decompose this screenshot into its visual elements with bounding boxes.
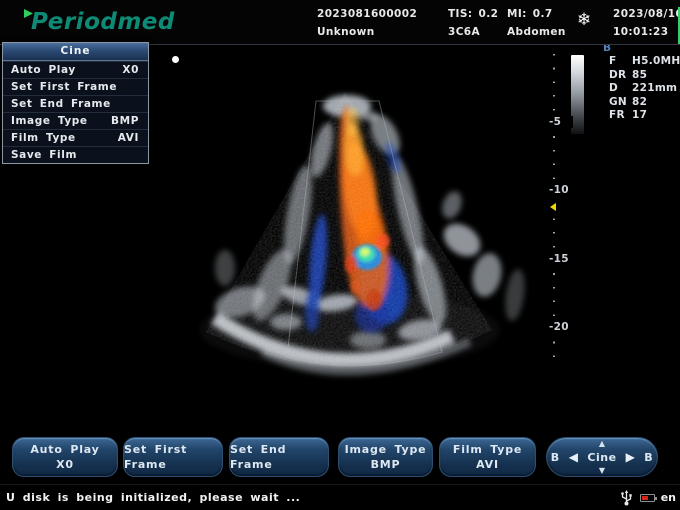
- cine-marker-dot: [172, 56, 179, 63]
- context-menu-title: Cine: [3, 43, 148, 61]
- battery-level: [642, 496, 648, 500]
- brand-logo: Periodmed: [24, 7, 175, 37]
- cine-prev-icon[interactable]: ◀: [569, 451, 579, 463]
- param-gain: GN 82: [609, 96, 680, 110]
- cine-center-label: Cine: [587, 451, 616, 464]
- image-parameters: F H5.0MHz DR 85 D 221mm GN 82 FR 17: [609, 55, 680, 123]
- usb-icon: [620, 490, 633, 510]
- ultrasound-app-screen: Periodmed 2023081600002 Unknown TIS: 0.2…: [0, 0, 680, 510]
- freeze-snowflake-icon: ❄: [577, 12, 591, 29]
- mi-value: MI: 0.7: [507, 8, 553, 20]
- cine-right-b-label: B: [644, 451, 653, 464]
- set-end-frame-button[interactable]: Set End Frame: [229, 437, 329, 477]
- cine-nav-control[interactable]: ▲ ▼ B ◀ Cine ▶ B: [546, 437, 658, 477]
- menu-item-auto-play[interactable]: Auto Play X0: [3, 61, 148, 78]
- depth-label-10: -10: [549, 184, 573, 196]
- depth-label-5: -5: [549, 116, 573, 128]
- exam-id: 2023081600002: [317, 8, 417, 20]
- cine-next-icon[interactable]: ▶: [626, 451, 636, 463]
- language-indicator[interactable]: en: [661, 491, 676, 504]
- param-frequency: F H5.0MHz: [609, 55, 680, 69]
- focus-marker-icon: [550, 203, 556, 211]
- logo-text: Periodmed: [31, 7, 175, 37]
- cine-context-menu: Cine Auto Play X0 Set First Frame Set En…: [2, 42, 149, 164]
- cine-left-b-label: B: [551, 451, 560, 464]
- patient-name: Unknown: [317, 26, 375, 38]
- menu-item-film-type[interactable]: Film Type AVI: [3, 129, 148, 146]
- depth-label-15: -15: [549, 253, 573, 265]
- date: 2023/08/16: [613, 8, 680, 20]
- depth-label-20: -20: [549, 321, 573, 333]
- tis-value: TIS: 0.2: [448, 8, 498, 20]
- probe-model: 3C6A: [448, 26, 480, 38]
- status-bar: U disk is being initialized, please wait…: [0, 484, 680, 510]
- menu-item-set-end-frame[interactable]: Set End Frame: [3, 95, 148, 112]
- menu-item-set-first-frame[interactable]: Set First Frame: [3, 78, 148, 95]
- film-type-button[interactable]: Film Type AVI: [439, 437, 536, 477]
- param-depth: D 221mm: [609, 82, 680, 96]
- time: 10:01:23: [613, 26, 668, 38]
- param-dynamic-range: DR 85: [609, 69, 680, 83]
- exam-preset: Abdomen: [507, 26, 566, 38]
- status-message: U disk is being initialized, please wait…: [6, 491, 300, 504]
- image-type-button[interactable]: Image Type BMP: [338, 437, 433, 477]
- param-frame-rate: FR 17: [609, 109, 680, 123]
- auto-play-button[interactable]: Auto Play X0: [12, 437, 118, 477]
- menu-item-image-type[interactable]: Image Type BMP: [3, 112, 148, 129]
- battery-icon: [640, 494, 655, 502]
- softkey-bar: Auto Play X0 Set First Frame Set End Fra…: [0, 433, 680, 483]
- top-bar: Periodmed 2023081600002 Unknown TIS: 0.2…: [0, 0, 680, 45]
- menu-item-save-film[interactable]: Save Film: [3, 146, 148, 163]
- set-first-frame-button[interactable]: Set First Frame: [123, 437, 223, 477]
